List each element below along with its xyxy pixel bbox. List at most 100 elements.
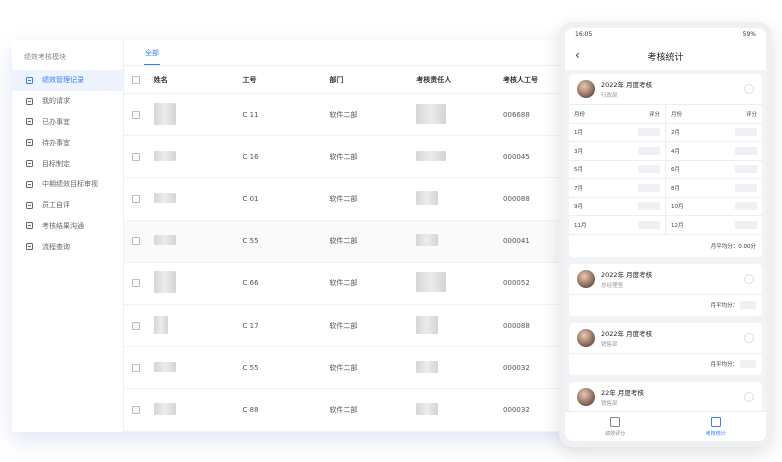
redacted-name [153, 361, 176, 372]
expand-icon[interactable] [744, 273, 754, 284]
bottom-tab-bar: 绩效评分 考核统计 [565, 411, 766, 441]
row-checkbox[interactable] [132, 405, 140, 414]
tab-all[interactable]: 全部 [144, 42, 160, 65]
table-row[interactable]: C 11 软件二部 006688 [124, 94, 582, 137]
evaluation-card[interactable]: 2022年 月度考核 总经理室 月平均分： [569, 263, 762, 316]
score-cell [735, 220, 757, 229]
expand-icon[interactable] [744, 332, 754, 343]
monthly-average: 月平均分： [569, 352, 762, 375]
card-subtitle: 销售部 [601, 400, 618, 407]
sidebar-title: 绩效考核模块 [24, 53, 66, 61]
sidebar-item-label: 目标制定 [42, 159, 70, 168]
document-icon [26, 139, 33, 147]
sidebar-item-label: 流程查询 [42, 242, 70, 251]
table-row[interactable]: C 01 软件二部 000088 [124, 178, 582, 221]
table-row[interactable]: C 17 软件二部 000088 [124, 305, 582, 348]
document-icon [26, 222, 33, 230]
row-checkbox[interactable] [132, 194, 140, 203]
tab-performance-score[interactable]: 绩效评分 [565, 412, 666, 441]
avatar [577, 80, 595, 98]
sidebar-item-goals[interactable]: 目标制定 [12, 153, 123, 174]
row-checkbox[interactable] [132, 321, 140, 330]
monthly-average: 月平均分： [569, 293, 762, 316]
tab-label: 绩效评分 [605, 430, 626, 437]
sidebar-item-label: 我的请求 [42, 97, 70, 106]
column-header-dept: 部门 [329, 75, 344, 84]
month-label: 11月 [574, 222, 587, 229]
table-header: 姓名 工号 部门 考核责任人 考核人工号 [124, 66, 582, 94]
table-row[interactable]: C 55 软件二部 000032 [124, 347, 582, 390]
status-time: 16:05 [575, 31, 593, 38]
document-icon [26, 160, 33, 168]
sidebar-item-self-eval[interactable]: 员工自评 [12, 195, 123, 216]
month-label: 5月 [574, 167, 583, 174]
redacted-manager [416, 315, 439, 334]
evaluation-card[interactable]: 2022年 月度考核 行政部 月份 评分 月份 评分 1月 2月 3月 4月 5月 6月 … [569, 74, 762, 257]
redacted-manager [416, 360, 439, 373]
department: 软件二部 [329, 321, 358, 330]
sidebar-item-process-query[interactable]: 流程查询 [12, 236, 123, 257]
table-row[interactable]: C 55 软件二部 000041 [124, 220, 582, 263]
redacted-manager [416, 103, 447, 124]
row-checkbox[interactable] [132, 363, 140, 372]
sidebar-item-my-requests[interactable]: 我的请求 [12, 91, 123, 112]
sidebar-item-midterm-review[interactable]: 中期绩效目标审视 [12, 174, 123, 195]
table-row[interactable]: C 16 软件二部 000045 [124, 136, 582, 179]
row-checkbox[interactable] [132, 152, 140, 161]
row-checkbox[interactable] [132, 110, 140, 119]
tab-evaluation-stats[interactable]: 考核统计 [666, 412, 767, 441]
employee-id: C 55 [242, 363, 259, 372]
redacted-name [153, 271, 176, 294]
desktop-window: 绩效考核模块 绩效管理记录 我的请求 已办事宜 待办事宜 目标制定 中期绩效目标… [12, 40, 582, 432]
evaluation-card[interactable]: 2022年 月度考核 销售部 月平均分： [569, 322, 762, 375]
employee-id: C 66 [242, 279, 259, 288]
sidebar: 绩效考核模块 绩效管理记录 我的请求 已办事宜 待办事宜 目标制定 中期绩效目标… [12, 40, 124, 432]
expand-icon[interactable] [744, 391, 754, 402]
select-all-checkbox[interactable] [132, 75, 140, 84]
score-cell [638, 183, 660, 192]
month-label: 4月 [671, 148, 680, 155]
stats-list: 2022年 月度考核 行政部 月份 评分 月份 评分 1月 2月 3月 4月 5月 6月 … [565, 74, 766, 411]
month-label: 3月 [574, 148, 583, 155]
department: 软件二部 [329, 152, 358, 161]
month-label: 8月 [671, 185, 680, 192]
row-checkbox[interactable] [132, 237, 140, 246]
month-label: 7月 [574, 185, 583, 192]
document-icon [26, 97, 33, 105]
redacted-name [153, 102, 176, 125]
redacted-name [153, 235, 176, 246]
avatar [577, 269, 595, 288]
redacted-manager [416, 150, 447, 161]
avatar [577, 387, 595, 406]
document-icon [26, 180, 33, 188]
redacted-manager [416, 234, 439, 247]
tab-label: 考核统计 [705, 430, 726, 437]
status-battery: 59% [742, 31, 756, 38]
sidebar-item-done[interactable]: 已办事宜 [12, 112, 123, 133]
table-row[interactable]: C 66 软件二部 000052 [124, 263, 582, 305]
score-cell [735, 202, 757, 211]
back-icon[interactable]: ‹ [575, 48, 580, 62]
sidebar-item-todo[interactable]: 待办事宜 [12, 132, 123, 153]
card-subtitle: 总经理室 [601, 282, 624, 289]
sidebar-item-result-communication[interactable]: 考核结果沟通 [12, 216, 123, 237]
employee-id: C 88 [242, 405, 259, 414]
redacted-manager [416, 272, 447, 293]
score-cell [638, 128, 660, 137]
card-subtitle: 行政部 [601, 93, 618, 99]
sidebar-item-label: 中期绩效目标审视 [42, 180, 98, 189]
column-header-name: 姓名 [153, 75, 168, 84]
expand-icon[interactable] [744, 84, 754, 94]
department: 软件二部 [329, 237, 358, 246]
score-header: 评分 [745, 111, 757, 118]
evaluation-card[interactable]: 22年 月度考核 销售部 [569, 381, 762, 411]
row-checkbox[interactable] [132, 279, 140, 288]
monthly-score-table: 月份 评分 月份 评分 1月 2月 3月 4月 5月 6月 7月 8月 9月 10月 11月 1… [569, 104, 762, 235]
card-title: 2022年 月度考核 [601, 81, 653, 89]
table-row[interactable]: C 88 软件二部 000032 [124, 389, 582, 432]
redacted-name [153, 192, 176, 203]
card-title: 2022年 月度考核 [601, 329, 653, 338]
sidebar-item-records[interactable]: 绩效管理记录 [12, 70, 123, 91]
score-cell [638, 220, 660, 229]
score-cell [735, 165, 757, 174]
